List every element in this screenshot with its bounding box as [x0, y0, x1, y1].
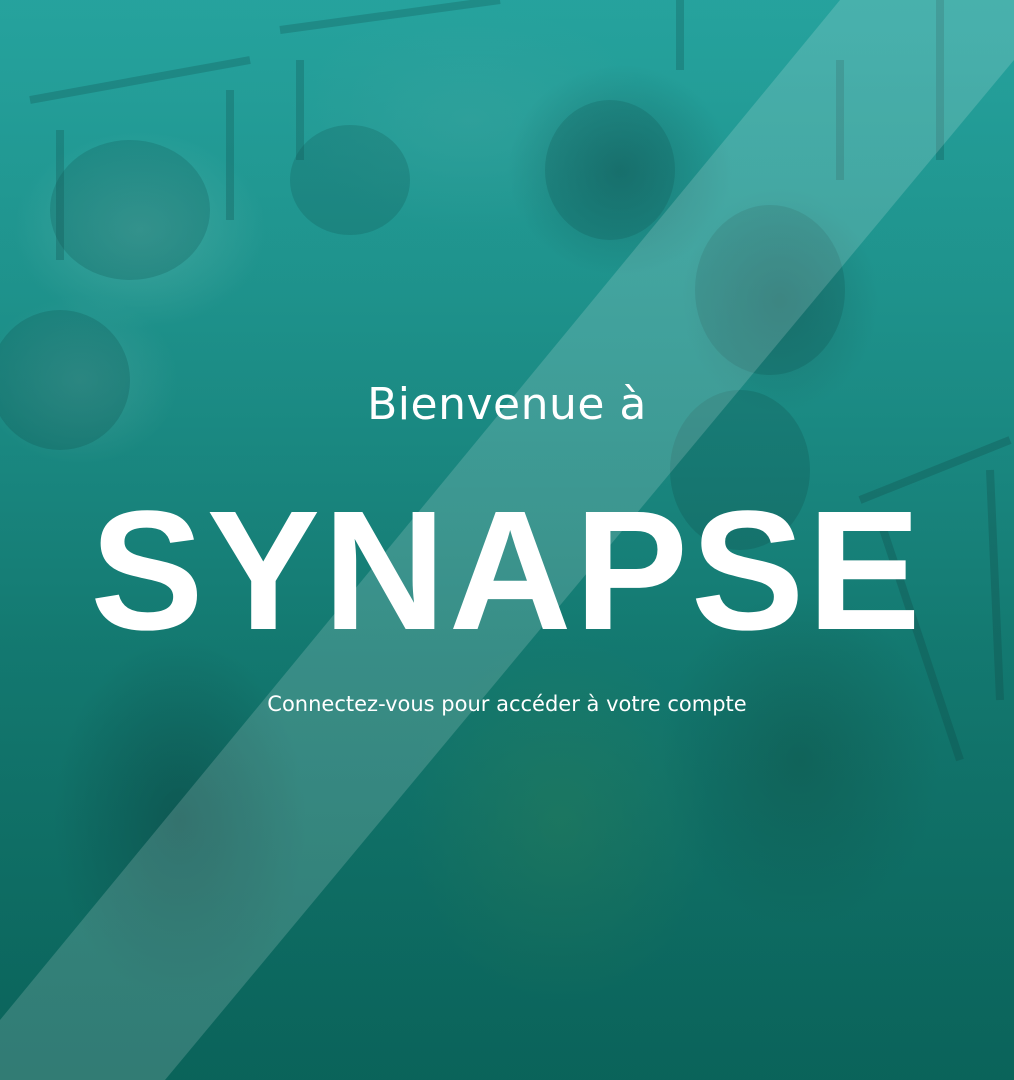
welcome-heading: Bienvenue à — [367, 379, 647, 430]
login-hero: Bienvenue à SYNAPSE Connectez-vous pour … — [0, 0, 1014, 1080]
welcome-block: Bienvenue à SYNAPSE Connectez-vous pour … — [0, 370, 1014, 718]
login-subtitle: Connectez-vous pour accéder à votre comp… — [267, 692, 747, 716]
brand-title: SYNAPSE — [90, 476, 924, 666]
